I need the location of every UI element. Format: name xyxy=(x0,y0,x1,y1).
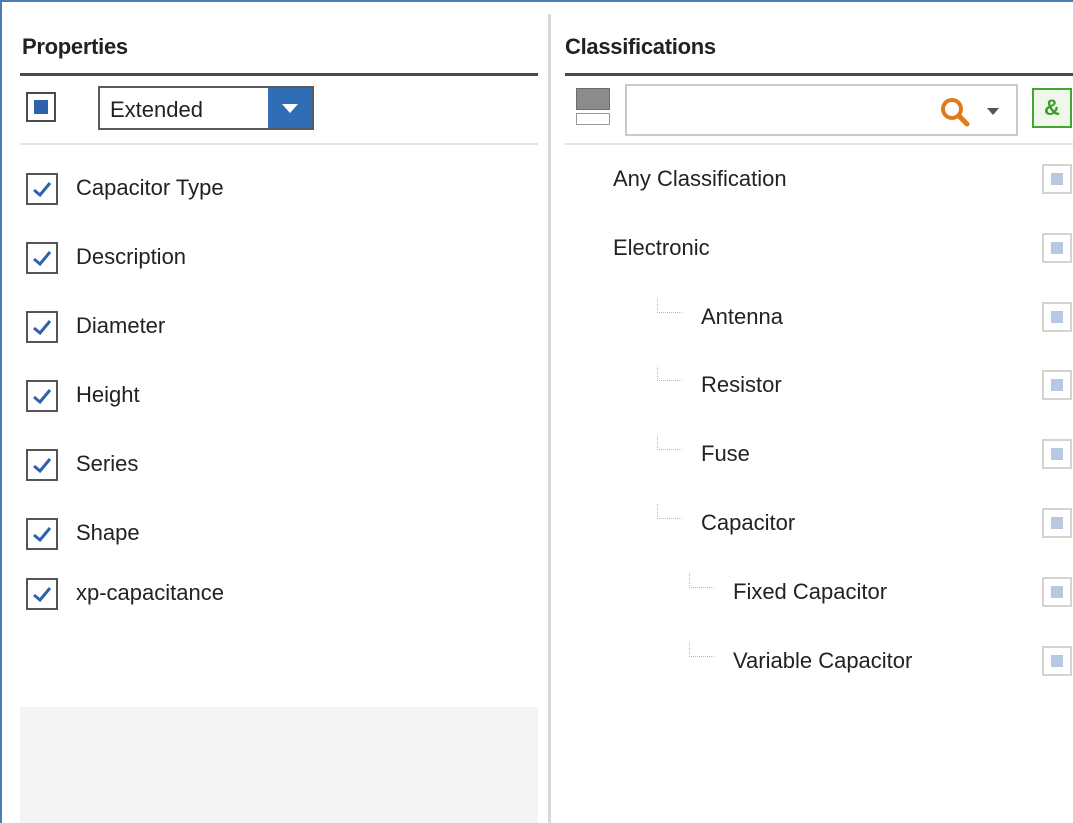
property-label: Capacitor Type xyxy=(76,175,224,200)
property-checkbox[interactable] xyxy=(26,578,58,610)
properties-toolbar-rule xyxy=(20,143,538,145)
property-label: Height xyxy=(76,382,140,407)
select-indicator-icon xyxy=(1051,586,1063,598)
select-indicator-icon xyxy=(1051,517,1063,529)
tree-connector-icon xyxy=(657,504,682,519)
select-indicator-icon xyxy=(1051,242,1063,254)
chevron-down-icon xyxy=(282,104,298,113)
property-label: xp-capacitance xyxy=(76,580,224,605)
view-mode-select[interactable]: Extended xyxy=(98,86,314,130)
select-indicator-icon xyxy=(1051,448,1063,460)
checkmark-icon xyxy=(33,182,52,198)
classification-tree-item[interactable]: Any Classification xyxy=(565,160,1073,200)
property-checkbox[interactable] xyxy=(26,242,58,274)
tree-connector-icon xyxy=(657,298,682,313)
classification-tree-item[interactable]: Fixed Capacitor xyxy=(565,573,1073,613)
classification-label: Variable Capacitor xyxy=(733,648,913,673)
property-checkbox[interactable] xyxy=(26,518,58,550)
classification-label: Any Classification xyxy=(613,166,787,191)
classification-label: Fuse xyxy=(701,441,750,466)
property-label: Shape xyxy=(76,520,140,545)
property-label: Diameter xyxy=(76,313,166,338)
and-operator-button[interactable]: & xyxy=(1032,88,1072,128)
property-checkbox[interactable] xyxy=(26,380,58,412)
classifications-title-rule xyxy=(565,73,1073,76)
classifications-toolbar-rule xyxy=(565,143,1073,145)
search-options-chevron-icon[interactable] xyxy=(987,108,999,115)
classification-select-box[interactable] xyxy=(1042,164,1072,194)
properties-title-rule xyxy=(20,73,538,76)
select-all-checkbox[interactable] xyxy=(26,92,56,122)
classification-tree-item[interactable]: Electronic xyxy=(565,229,1073,269)
panel-splitter[interactable] xyxy=(548,14,551,823)
classification-select-box[interactable] xyxy=(1042,646,1072,676)
checkmark-icon xyxy=(33,389,52,405)
classification-tree-item[interactable]: Variable Capacitor xyxy=(565,642,1073,682)
property-checkbox[interactable] xyxy=(26,173,58,205)
classifications-title: Classifications xyxy=(565,34,716,59)
view-mode-value: Extended xyxy=(110,97,203,122)
classification-select-box[interactable] xyxy=(1042,302,1072,332)
classification-select-box[interactable] xyxy=(1042,370,1072,400)
select-indicator-icon xyxy=(1051,379,1063,391)
classification-tree-item[interactable]: Capacitor xyxy=(565,504,1073,544)
properties-title: Properties xyxy=(22,34,128,59)
view-mode-dropdown-button[interactable] xyxy=(268,88,312,128)
classification-tree-item[interactable]: Fuse xyxy=(565,435,1073,475)
classification-label: Fixed Capacitor xyxy=(733,579,888,604)
checkmark-icon xyxy=(33,587,52,603)
property-label: Description xyxy=(76,244,187,269)
classification-select-box[interactable] xyxy=(1042,577,1072,607)
layout-toggle-icon[interactable] xyxy=(576,88,610,126)
checkmark-icon xyxy=(33,527,52,543)
checkmark-icon xyxy=(33,251,52,267)
classification-select-box[interactable] xyxy=(1042,439,1072,469)
property-label: Series xyxy=(76,451,139,476)
classification-label: Antenna xyxy=(701,304,783,329)
checkmark-icon xyxy=(33,458,52,474)
search-icon[interactable] xyxy=(939,96,971,128)
select-indicator-icon xyxy=(1051,173,1063,185)
tree-connector-icon xyxy=(657,366,682,381)
property-checkbox[interactable] xyxy=(26,449,58,481)
classification-tree-item[interactable]: Antenna xyxy=(565,298,1073,338)
classification-search-box[interactable] xyxy=(625,84,1018,136)
tree-connector-icon xyxy=(689,642,714,657)
classification-label: Electronic xyxy=(613,235,710,260)
classification-select-box[interactable] xyxy=(1042,508,1072,538)
select-indicator-icon xyxy=(1051,311,1063,323)
properties-empty-area xyxy=(20,707,538,823)
classification-search-input[interactable] xyxy=(633,92,937,130)
select-all-icon xyxy=(34,100,48,114)
classification-label: Capacitor xyxy=(701,510,796,535)
select-indicator-icon xyxy=(1051,655,1063,667)
classification-tree-item[interactable]: Resistor xyxy=(565,366,1073,406)
tree-connector-icon xyxy=(689,573,714,588)
checkmark-icon xyxy=(33,320,52,336)
tree-connector-icon xyxy=(657,435,682,450)
classification-select-box[interactable] xyxy=(1042,233,1072,263)
classification-label: Resistor xyxy=(701,372,782,397)
property-checkbox[interactable] xyxy=(26,311,58,343)
